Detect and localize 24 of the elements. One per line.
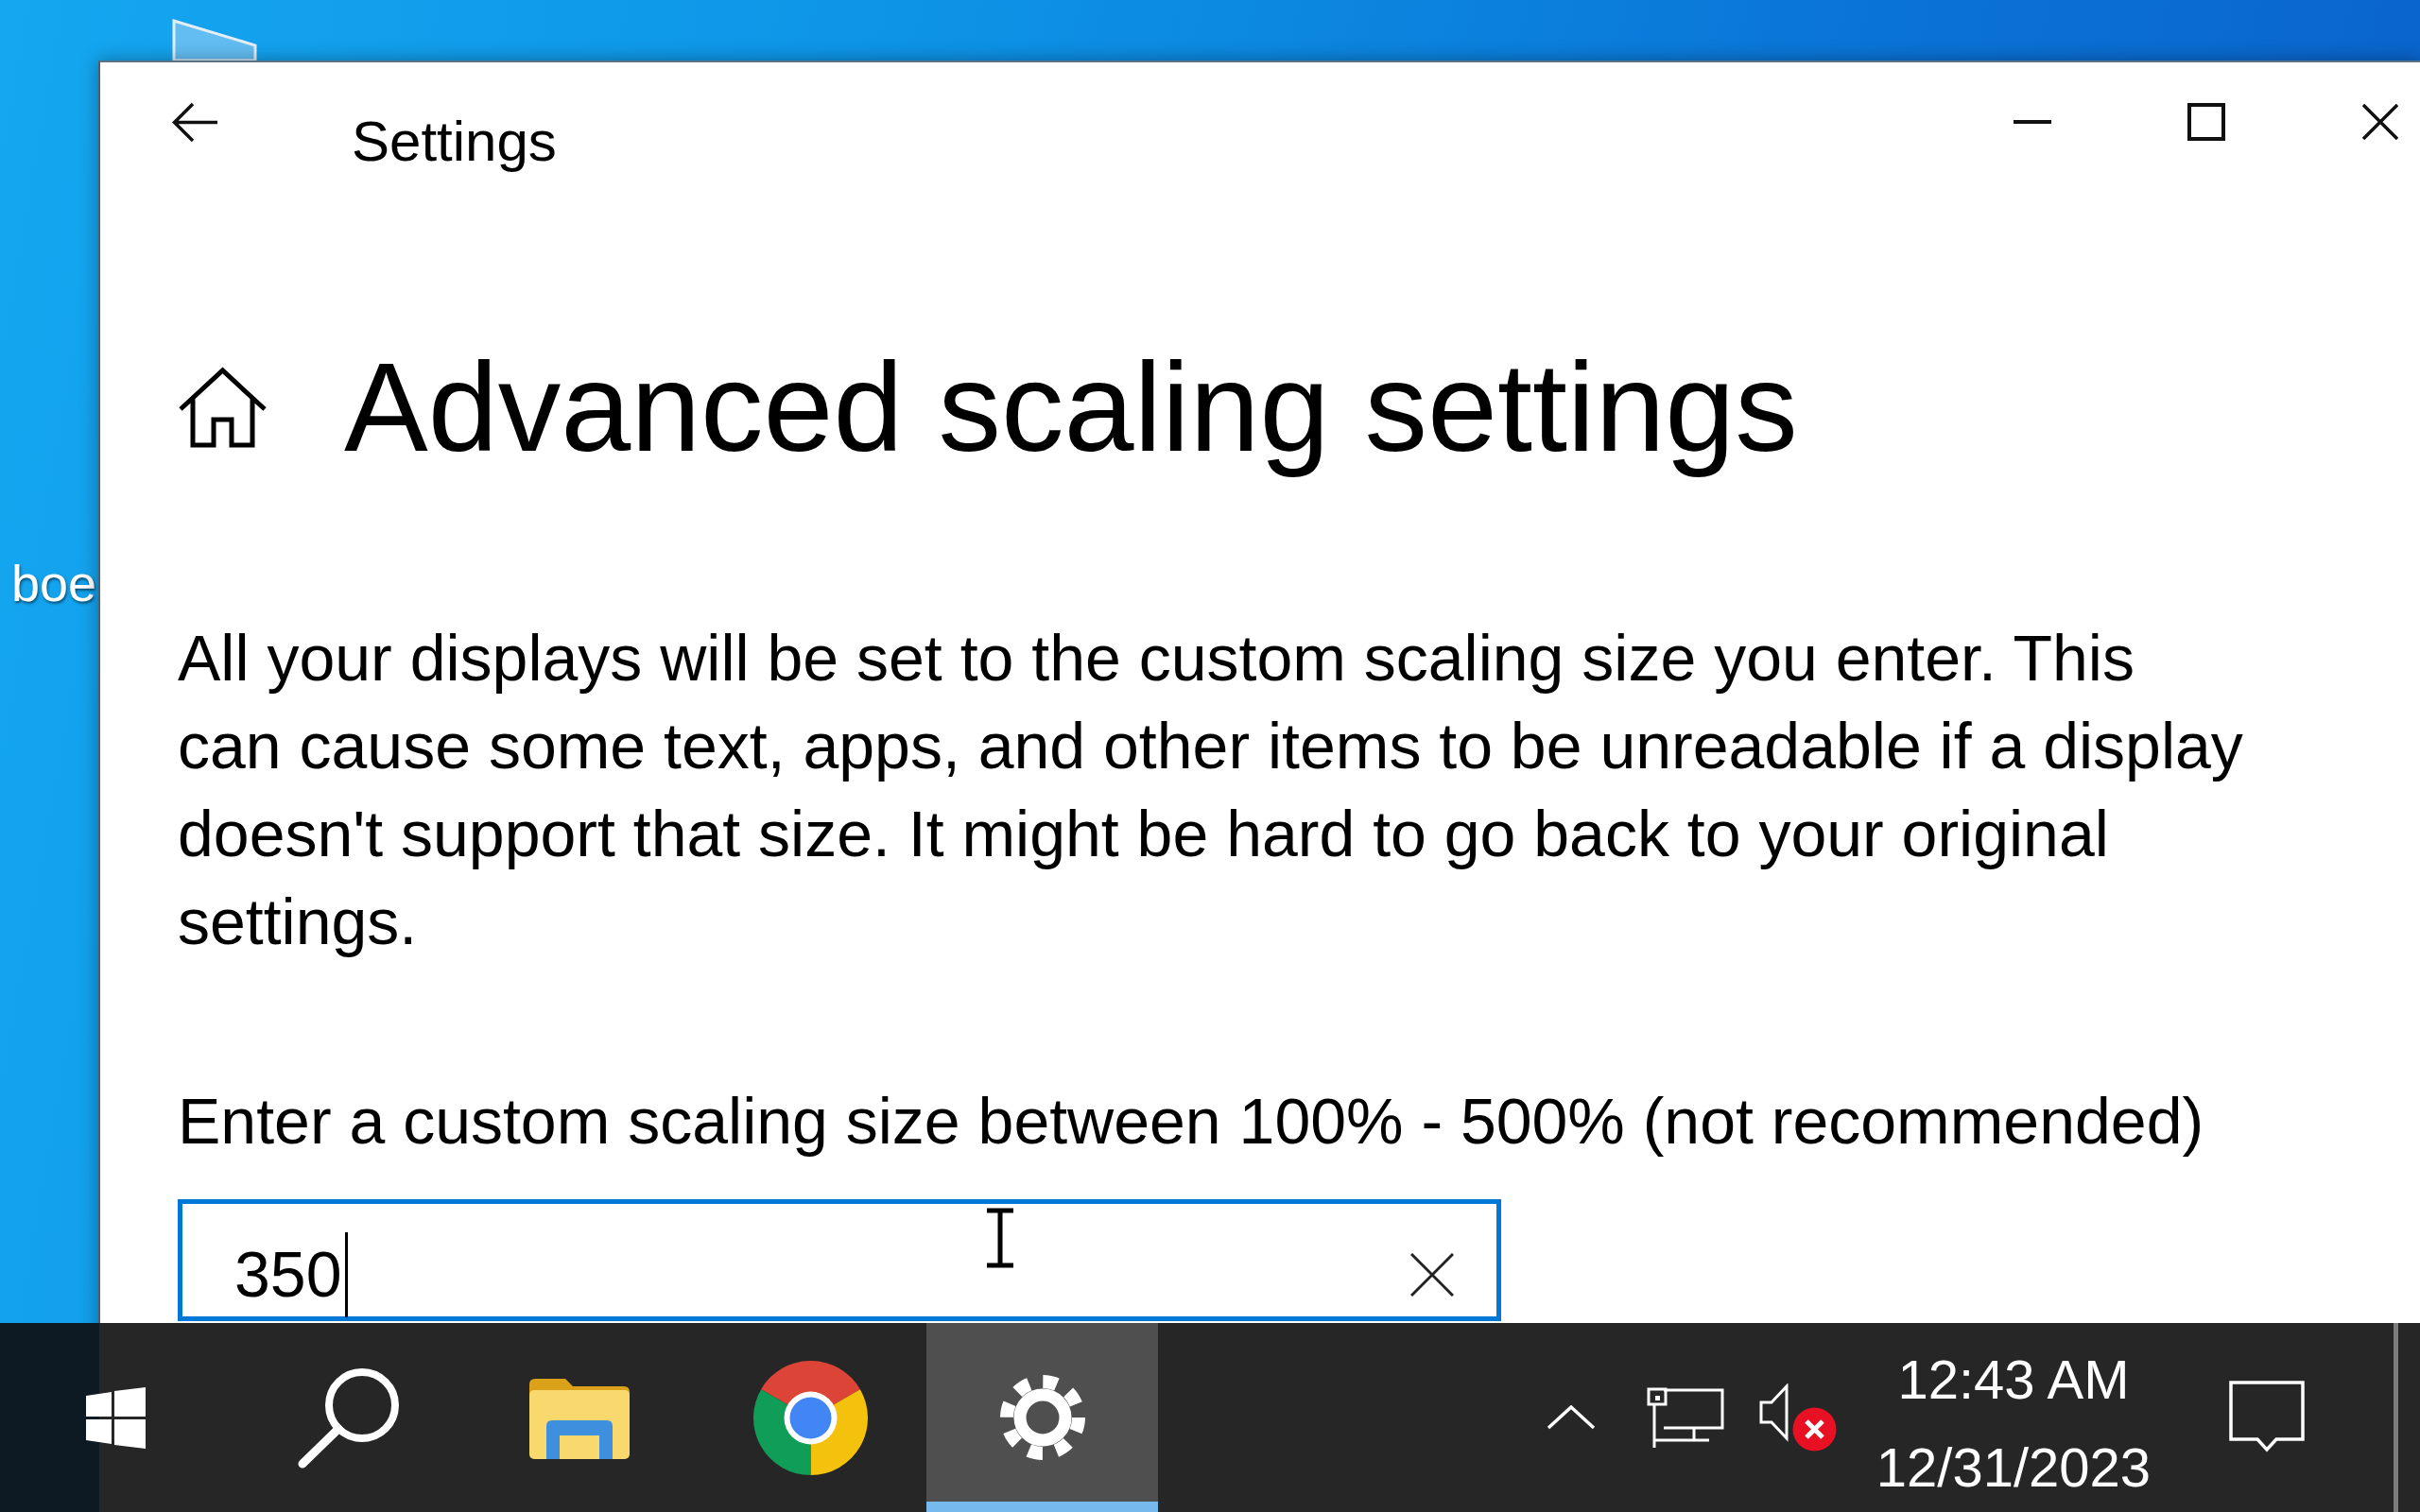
clock-button[interactable]: 12:43 AM 12/31/2023 (1845, 1323, 2182, 1512)
home-button[interactable] (178, 367, 268, 448)
taskbar-app-button[interactable] (926, 1323, 1158, 1512)
gear-icon (998, 1374, 1086, 1461)
insertion-caret-icon (345, 1231, 349, 1317)
window-title: Settings (352, 109, 557, 175)
maximize-icon (2187, 103, 2225, 141)
minimize-icon (2014, 120, 2051, 124)
scaling-size-input[interactable]: 350 (178, 1199, 1501, 1321)
chevron-up-icon (1547, 1405, 1596, 1430)
home-icon (178, 367, 268, 448)
clear-button[interactable] (1410, 1252, 1454, 1297)
chrome-icon (753, 1360, 868, 1475)
page-heading: Advanced scaling settings (344, 336, 1798, 479)
input-value: 350 (234, 1236, 342, 1312)
folder-icon (528, 1376, 630, 1459)
description-text: All your displays will be set to the custom scaling size you enter. This can cause some text, apps, and other items to be unreadable if a display doesn't support that size. It might be hard to go back to your original settings. (178, 621, 2244, 959)
field-label: Enter a custom scaling size between 100% - 500% (not recommended) (178, 1084, 2205, 1159)
clear-icon (1410, 1252, 1454, 1297)
close-icon (2362, 104, 2398, 140)
wired-network-icon (1647, 1386, 1724, 1449)
back-arrow-icon (172, 101, 217, 143)
desktop-icon-label: boe (11, 558, 97, 609)
windows-logo-icon (86, 1386, 146, 1449)
